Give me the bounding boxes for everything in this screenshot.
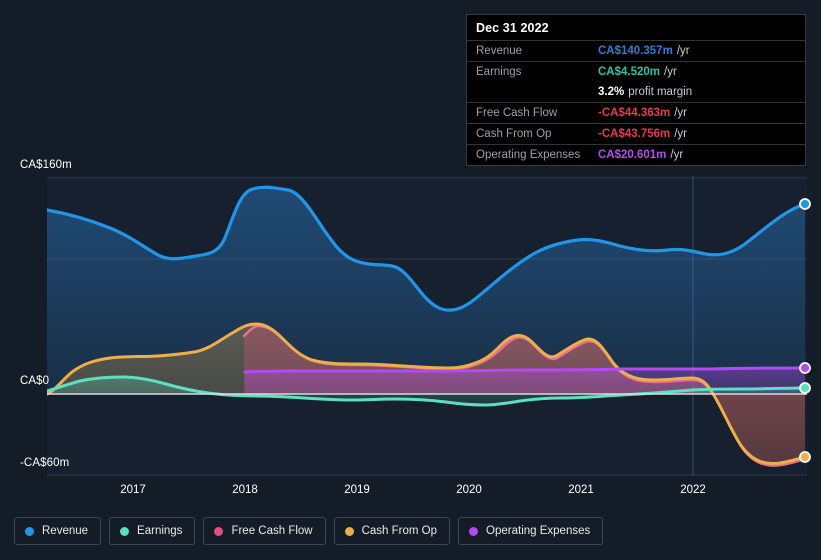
legend-dot-revenue-icon xyxy=(25,526,34,536)
legend-label-free-cash-flow: Free Cash Flow xyxy=(231,525,313,537)
x-axis-label-2020: 2020 xyxy=(456,484,482,496)
tooltip-unit-earnings: /yr xyxy=(664,66,677,78)
x-axis-label-2022: 2022 xyxy=(680,484,706,496)
tooltip-unit-revenue: /yr xyxy=(676,45,690,57)
legend-label-earnings: Earnings xyxy=(137,525,183,537)
operating-expenses-endpoint-marker[interactable] xyxy=(799,362,811,374)
tooltip-value-revenue: CA$140.357m xyxy=(598,45,673,57)
tooltip-value-earnings: CA$4.520m xyxy=(598,66,661,78)
revenue-endpoint-marker[interactable] xyxy=(799,198,811,210)
cash-from-op-endpoint-marker[interactable] xyxy=(799,451,811,463)
legend-dot-free-cash-flow-icon xyxy=(214,526,224,536)
legend-label-cash-from-op: Cash From Op xyxy=(361,525,438,537)
tooltip-row-revenue: Revenue CA$140.357m /yr xyxy=(467,40,805,61)
chart-legend: Revenue Earnings Free Cash Flow Cash Fro… xyxy=(14,517,604,545)
tooltip-label-cash-from-op: Cash From Op xyxy=(476,128,552,140)
tooltip-unit-free-cash-flow: /yr xyxy=(674,107,688,119)
tooltip-label-operating-expenses: Operating Expenses xyxy=(476,149,581,161)
legend-item-revenue[interactable]: Revenue xyxy=(14,517,102,545)
tooltip-value-operating-expenses: CA$20.601m xyxy=(598,149,667,161)
y-axis-label-bottom: -CA$60m xyxy=(20,457,70,469)
legend-label-operating-expenses: Operating Expenses xyxy=(486,525,591,537)
y-axis-label-top: CA$160m xyxy=(20,159,72,171)
tooltip-date: Dec 31 2022 xyxy=(476,21,549,35)
x-axis-label-2021: 2021 xyxy=(568,484,594,496)
tooltip-sub-profit-margin: profit margin xyxy=(628,86,693,98)
tooltip-label-revenue: Revenue xyxy=(476,45,523,57)
tooltip-value-cash-from-op: -CA$43.756m xyxy=(598,128,671,140)
financial-chart: CA$160m CA$0 -CA$60m 2017 2018 2019 2020… xyxy=(0,0,821,560)
legend-dot-earnings-icon xyxy=(120,526,130,536)
earnings-endpoint-marker[interactable] xyxy=(799,382,811,394)
tooltip-label-free-cash-flow: Free Cash Flow xyxy=(476,107,558,119)
legend-label-revenue: Revenue xyxy=(42,525,89,537)
legend-item-operating-expenses[interactable]: Operating Expenses xyxy=(458,517,604,545)
tooltip-row-operating-expenses: Operating Expenses CA$20.601m /yr xyxy=(467,144,805,165)
tooltip-value-free-cash-flow: -CA$44.363m xyxy=(598,107,671,119)
x-axis-label-2018: 2018 xyxy=(232,484,258,496)
tooltip-unit-operating-expenses: /yr xyxy=(670,149,684,161)
tooltip-row-profit-margin: 3.2% profit margin xyxy=(467,82,805,102)
legend-item-free-cash-flow[interactable]: Free Cash Flow xyxy=(203,517,326,545)
tooltip-row-cash-from-op: Cash From Op -CA$43.756m /yr xyxy=(467,123,805,144)
legend-dot-operating-expenses-icon xyxy=(469,526,479,536)
y-axis-label-zero: CA$0 xyxy=(20,375,50,387)
x-axis-label-2017: 2017 xyxy=(120,484,146,496)
legend-dot-cash-from-op-icon xyxy=(344,526,354,536)
tooltip-value-profit-margin: 3.2% xyxy=(598,86,625,98)
tooltip-unit-cash-from-op: /yr xyxy=(674,128,688,140)
tooltip-row-earnings: Earnings CA$4.520m /yr xyxy=(467,61,805,82)
x-axis-label-2019: 2019 xyxy=(344,484,370,496)
tooltip-label-earnings: Earnings xyxy=(476,66,522,78)
legend-item-cash-from-op[interactable]: Cash From Op xyxy=(333,517,451,545)
legend-item-earnings[interactable]: Earnings xyxy=(109,517,196,545)
chart-tooltip: Dec 31 2022 Revenue CA$140.357m /yr Earn… xyxy=(466,14,806,166)
tooltip-row-free-cash-flow: Free Cash Flow -CA$44.363m /yr xyxy=(467,102,805,123)
